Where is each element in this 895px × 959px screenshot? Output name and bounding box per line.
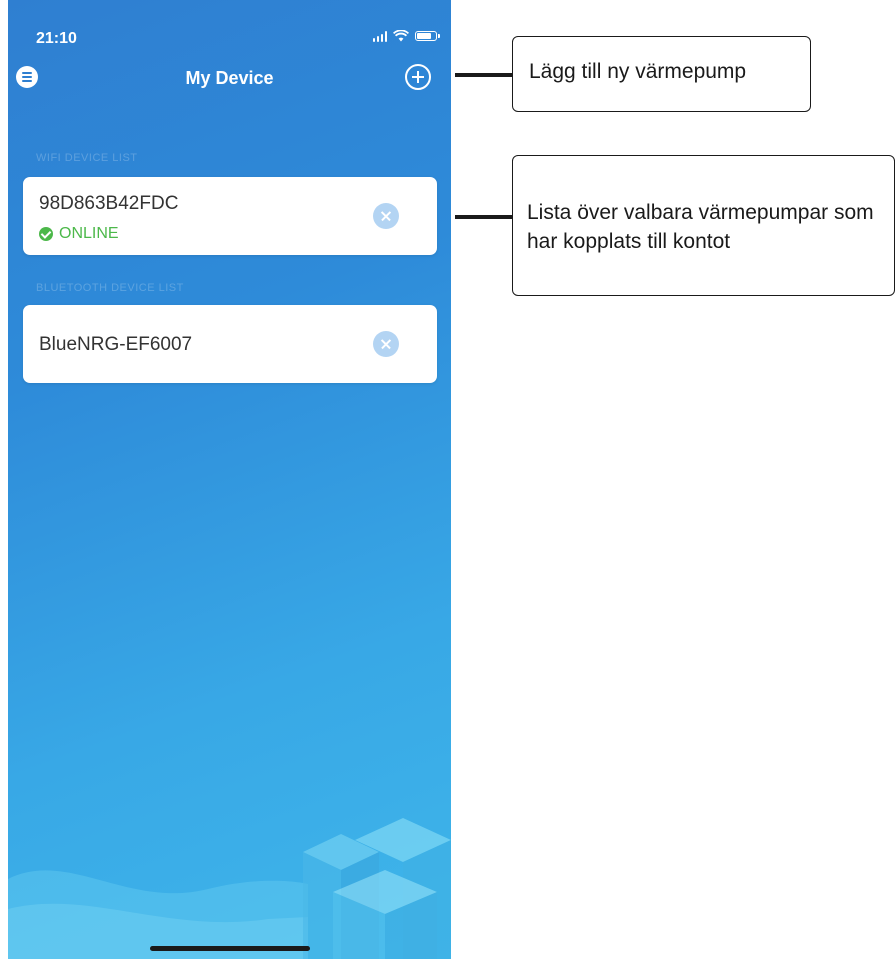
status-icons: [373, 30, 440, 42]
device-name: 98D863B42FDC: [39, 193, 179, 214]
remove-icon[interactable]: [373, 331, 399, 357]
device-name: BlueNRG-EF6007: [39, 334, 193, 355]
status-text: ONLINE: [59, 225, 119, 242]
connector-line: [455, 73, 512, 77]
battery-icon: [415, 31, 440, 41]
phone-screen: 21:10 My Device WIFI DEVICE LIST 98D863B…: [8, 0, 451, 959]
signal-icon: [373, 30, 387, 42]
connector-line: [455, 215, 512, 219]
check-circle-icon: [39, 227, 53, 241]
decorative-buildings: [303, 818, 451, 959]
page-title: My Device: [185, 68, 274, 88]
nav-bar: My Device: [8, 62, 451, 98]
device-status: ONLINE: [39, 225, 119, 243]
home-indicator: [150, 946, 310, 951]
callout-device-list: Lista över valbara värmepumpar som har k…: [512, 155, 895, 296]
wifi-section-label: WIFI DEVICE LIST: [36, 152, 138, 164]
add-icon[interactable]: [405, 64, 431, 90]
callout-add-device: Lägg till ny värmepump: [512, 36, 811, 112]
callout-list-text: Lista över valbara värmepumpar som har k…: [527, 201, 874, 254]
device-card-bluetooth[interactable]: BlueNRG-EF6007: [23, 305, 437, 383]
callout-add-text: Lägg till ny värmepump: [529, 60, 747, 83]
device-card-wifi[interactable]: 98D863B42FDC ONLINE: [23, 177, 437, 255]
status-time: 21:10: [36, 30, 77, 47]
status-bar: 21:10: [8, 0, 451, 50]
bluetooth-section-label: BLUETOOTH DEVICE LIST: [36, 282, 184, 294]
wifi-icon: [393, 30, 409, 42]
remove-icon[interactable]: [373, 203, 399, 229]
